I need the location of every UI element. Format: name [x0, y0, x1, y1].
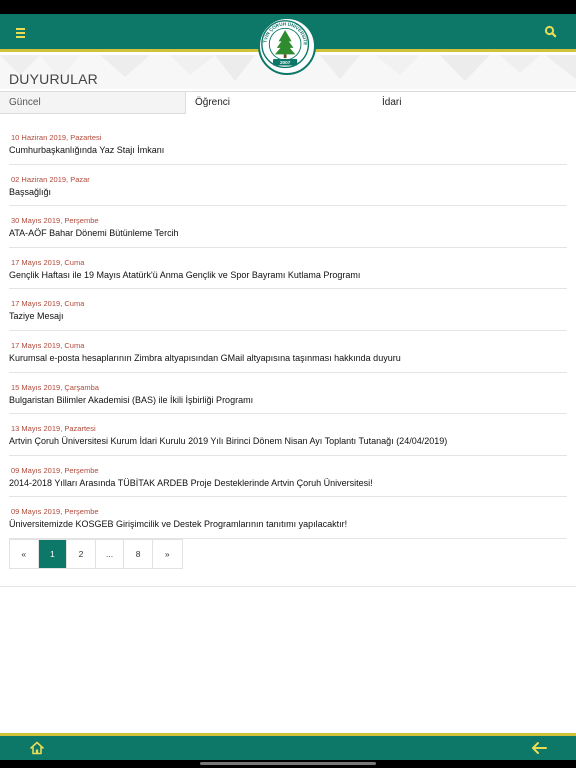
pagination-page-8[interactable]: 8 [124, 540, 153, 568]
announcement-title[interactable]: Bulgaristan Bilimler Akademisi (BAS) ile… [9, 394, 567, 407]
announcement-title[interactable]: Kurumsal e-posta hesaplarının Zimbra alt… [9, 352, 567, 365]
university-logo[interactable]: ARTVİN ÇORUH ÜNİVERSİTESİ 2007 [256, 12, 316, 75]
page-title: DUYURULAR [9, 71, 98, 87]
announcement-title[interactable]: Başsağlığı [9, 186, 567, 199]
announcement-date: 13 Mayıs 2019, Pazartesi [11, 424, 96, 434]
list-item[interactable]: 09 Mayıs 2019, Perşembe 2014-2018 Yıllar… [9, 456, 567, 498]
announcement-list: 10 Haziran 2019, Pazartesi Cumhurbaşkanl… [9, 123, 567, 539]
home-indicator[interactable] [200, 762, 376, 765]
announcement-title[interactable]: Üniversitemizde KOSGEB Girişimcilik ve D… [9, 518, 567, 531]
pagination-next-button[interactable]: » [152, 540, 182, 568]
announcement-date: 02 Haziran 2019, Pazar [11, 174, 90, 184]
announcement-title[interactable]: 2014-2018 Yılları Arasında TÜBİTAK ARDEB… [9, 477, 567, 490]
pagination-page-1[interactable]: 1 [38, 540, 68, 568]
search-icon[interactable] [542, 23, 560, 41]
announcement-date: 17 Mayıs 2019, Cuma [11, 257, 85, 267]
pagination: « 1 2 ... 8 » [9, 539, 183, 569]
back-arrow-icon[interactable] [530, 740, 548, 756]
announcement-title[interactable]: Artvin Çoruh Üniversitesi Kurum İdari Ku… [9, 435, 567, 448]
status-bar [0, 0, 576, 14]
bottom-bar [0, 733, 576, 760]
logo-emblem: ARTVİN ÇORUH ÜNİVERSİTESİ 2007 [256, 12, 310, 69]
list-item[interactable]: 13 Mayıs 2019, Pazartesi Artvin Çoruh Ün… [9, 414, 567, 456]
announcement-date: 10 Haziran 2019, Pazartesi [11, 133, 102, 142]
home-icon[interactable] [29, 740, 45, 756]
menu-button[interactable] [16, 24, 34, 42]
list-item[interactable]: 30 Mayıs 2019, Perşembe ATA-AÖF Bahar Dö… [9, 206, 567, 248]
tab-ogrenci[interactable]: Öğrenci [186, 92, 382, 114]
svg-text:2007: 2007 [280, 60, 291, 65]
list-item[interactable]: 10 Haziran 2019, Pazartesi Cumhurbaşkanl… [9, 123, 567, 165]
list-item[interactable]: 09 Mayıs 2019, Perşembe Üniversitemizde … [9, 497, 567, 539]
announcement-date: 09 Mayıs 2019, Perşembe [11, 465, 99, 475]
announcement-date: 15 Mayıs 2019, Çarşamba [11, 382, 99, 392]
announcement-date: 17 Mayıs 2019, Cuma [11, 299, 85, 309]
list-item[interactable]: 17 Mayıs 2019, Cuma Kurumsal e-posta hes… [9, 331, 567, 373]
pagination-page-2[interactable]: 2 [67, 540, 96, 568]
list-item[interactable]: 15 Mayıs 2019, Çarşamba Bulgaristan Bili… [9, 373, 567, 415]
tab-bar: Güncel Öğrenci İdari [0, 91, 576, 114]
list-item[interactable]: 02 Haziran 2019, Pazar Başsağlığı [9, 165, 567, 207]
list-item[interactable]: 17 Mayıs 2019, Cuma Taziye Mesajı [9, 289, 567, 331]
announcement-date: 09 Mayıs 2019, Perşembe [11, 507, 99, 517]
tab-idari[interactable]: İdari [373, 92, 576, 114]
list-item[interactable]: 17 Mayıs 2019, Cuma Gençlik Haftası ile … [9, 248, 567, 290]
pagination-ellipsis: ... [95, 540, 125, 568]
announcement-title[interactable]: ATA-AÖF Bahar Dönemi Bütünleme Tercih [9, 227, 567, 240]
announcement-title[interactable]: Gençlik Haftası ile 19 Mayıs Atatürk'ü A… [9, 269, 567, 282]
announcement-title[interactable]: Taziye Mesajı [9, 310, 567, 323]
announcement-date: 17 Mayıs 2019, Cuma [11, 340, 85, 350]
pagination-prev-button[interactable]: « [10, 540, 39, 568]
tab-guncel[interactable]: Güncel [0, 92, 186, 114]
announcement-title[interactable]: Cumhurbaşkanlığında Yaz Stajı İmkanı [9, 144, 567, 157]
announcement-date: 30 Mayıs 2019, Perşembe [11, 216, 99, 226]
menu-icon [16, 28, 25, 30]
content-divider [0, 586, 576, 587]
